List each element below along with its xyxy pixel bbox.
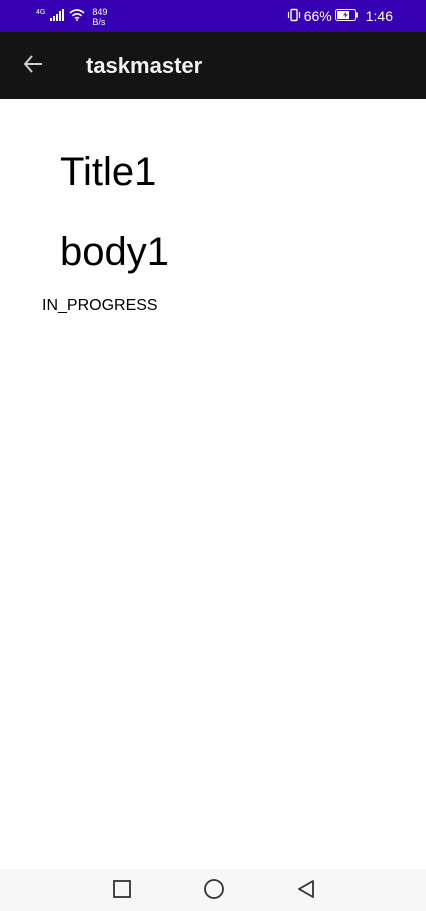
network-type-label: 4G (36, 8, 46, 16)
home-button[interactable] (202, 878, 226, 905)
task-state: IN_PROGRESS (42, 297, 158, 314)
network-speed-unit: B/s (92, 17, 106, 27)
app-title: taskmaster (86, 53, 203, 78)
recents-button[interactable] (110, 879, 134, 903)
signal-icon (50, 8, 65, 26)
battery-percent: 66% (303, 8, 332, 24)
task-body: body1 (60, 230, 169, 274)
square-icon (112, 879, 132, 904)
triangle-back-icon (296, 879, 316, 904)
circle-icon (203, 878, 225, 905)
battery-charging-icon (334, 8, 359, 24)
clock-time: 1:46 (365, 8, 393, 24)
wifi-icon (69, 8, 85, 26)
arrow-left-icon (22, 53, 44, 80)
status-right-group: 66% 1:46 (287, 6, 393, 26)
back-button[interactable] (16, 49, 50, 83)
network-speed: 849 B/s (92, 7, 107, 27)
network-speed-value: 849 (92, 7, 108, 17)
status-bar: 4G 849 B/s 66% 1:46 (0, 0, 426, 32)
app-bar: taskmaster (0, 32, 426, 99)
status-left-group: 4G 849 B/s (36, 6, 107, 28)
vibrate-icon (287, 8, 301, 25)
nav-back-button[interactable] (294, 879, 318, 903)
task-title: Title1 (60, 150, 157, 194)
system-nav-bar (0, 869, 426, 911)
